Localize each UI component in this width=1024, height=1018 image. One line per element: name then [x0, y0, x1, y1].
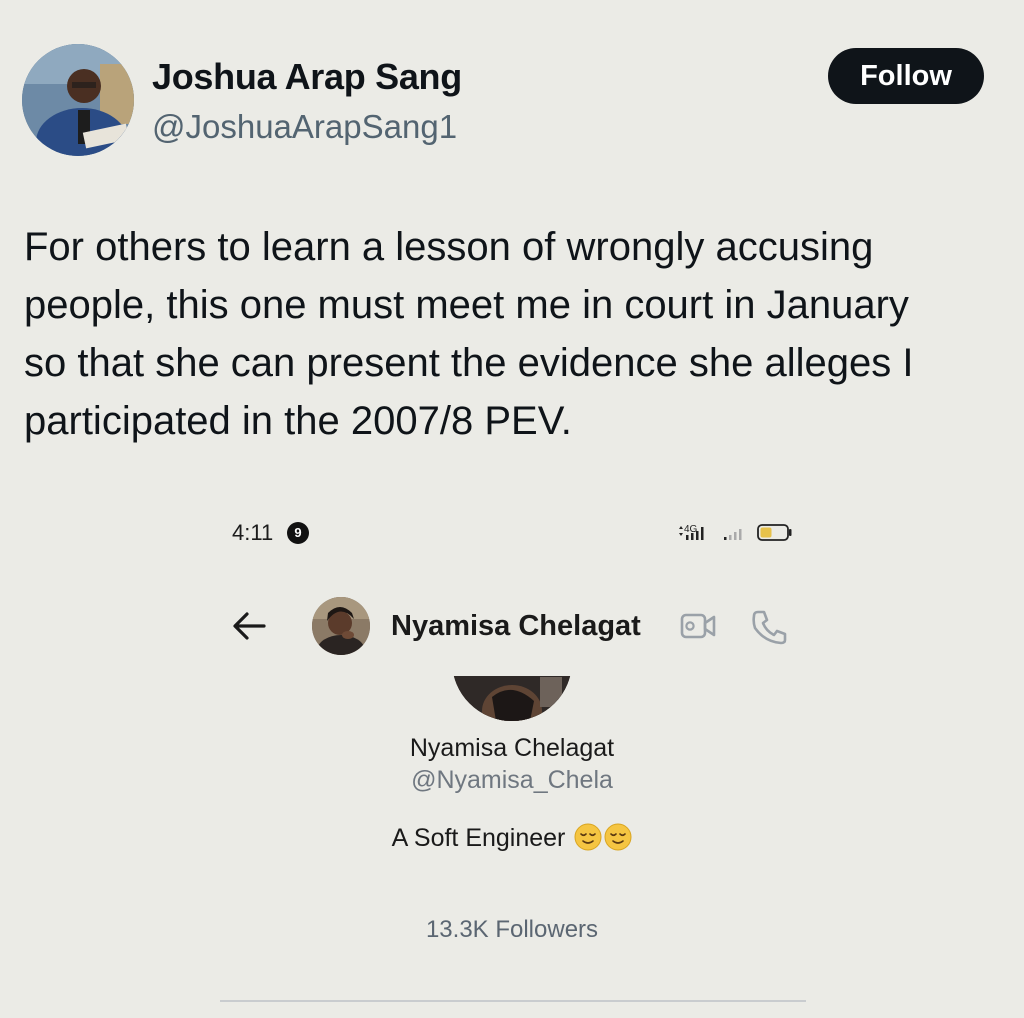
- signal-bars-weak-icon: [724, 529, 742, 540]
- relieved-face-emoji: [604, 823, 632, 851]
- profile-bio-text: A Soft Engineer: [391, 824, 566, 852]
- status-bar-icons: 4G: [679, 524, 792, 541]
- tweet-text-line: people, this one must meet me in court i…: [24, 283, 909, 327]
- profile-bio: A Soft Engineer: [0, 823, 1024, 853]
- follow-button[interactable]: Follow: [828, 48, 984, 104]
- notification-badge: 9: [287, 522, 309, 544]
- arrow-left-icon[interactable]: [230, 609, 268, 643]
- followers-count[interactable]: 13.3K Followers: [0, 916, 1024, 944]
- battery-low-icon: [757, 524, 792, 541]
- contact-avatar[interactable]: [312, 597, 370, 655]
- tweet-text-line: so that she can present the evidence she…: [24, 341, 914, 385]
- chat-contact-name[interactable]: Nyamisa Chelagat: [391, 610, 641, 643]
- profile-name: Nyamisa Chelagat: [409, 734, 615, 762]
- video-camera-icon[interactable]: [679, 610, 719, 642]
- status-time: 4:11: [232, 520, 274, 545]
- contact-avatar-photo: [312, 597, 370, 655]
- data-arrows-icon: [679, 526, 683, 536]
- tweet-text: For others to learn a lesson of wrongly …: [24, 218, 999, 450]
- divider: [220, 1000, 806, 1002]
- profile-photo: [452, 676, 572, 721]
- author-avatar[interactable]: [22, 44, 134, 156]
- phone-icon[interactable]: [749, 608, 789, 646]
- author-handle[interactable]: @JoshuaArapSang1: [152, 108, 457, 146]
- network-type-label: 4G: [684, 524, 698, 535]
- author-name[interactable]: Joshua Arap Sang: [152, 56, 462, 98]
- profile-handle: @Nyamisa_Chela: [411, 766, 613, 794]
- profile-photo-image: [452, 676, 572, 721]
- tweet-text-line: participated in the 2007/8 PEV.: [24, 399, 572, 443]
- tweet-text-line: For others to learn a lesson of wrongly …: [24, 225, 874, 269]
- relieved-face-emoji: [574, 823, 602, 851]
- author-avatar-photo: [22, 44, 134, 156]
